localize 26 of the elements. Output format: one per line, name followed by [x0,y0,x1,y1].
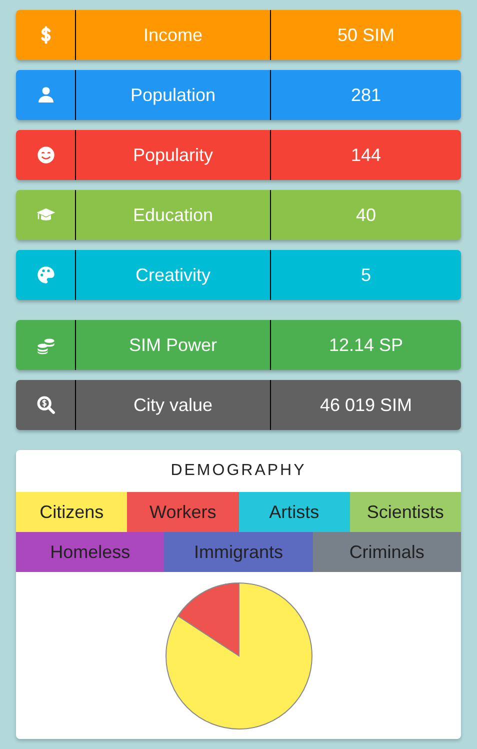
stat-label: Creativity [135,264,210,287]
card-title: DEMOGRAPHY [170,461,306,481]
legend-item: Criminals [312,532,461,572]
legend-item: Homeless [16,532,164,572]
stat-label: Income [143,24,203,46]
stat-value: 12.14 SP [328,334,404,356]
stat-value: 50 SIM [337,24,395,46]
stat-value: 5 [360,264,371,286]
smiley-icon [36,145,56,165]
stat-label: SIM Power [128,334,218,356]
legend-item: Immigrants [164,532,313,572]
stat-value: 46 019 SIM [320,394,412,416]
stat-label: Popularity [132,144,214,167]
palette-icon [36,265,56,285]
legend-item: Citizens [16,492,128,532]
stat-label: Education [132,204,214,226]
person-icon [36,85,56,105]
legend-item: Artists [238,492,350,532]
legend-item: Workers [127,492,238,532]
search-icon [36,395,56,415]
stat-label: Population [130,84,216,107]
stat-value: 281 [350,84,382,106]
stat-value: 40 [356,204,376,226]
stat-value: 144 [350,144,382,166]
legend-item: Scientists [350,492,461,532]
stat-label: City value [133,394,213,417]
